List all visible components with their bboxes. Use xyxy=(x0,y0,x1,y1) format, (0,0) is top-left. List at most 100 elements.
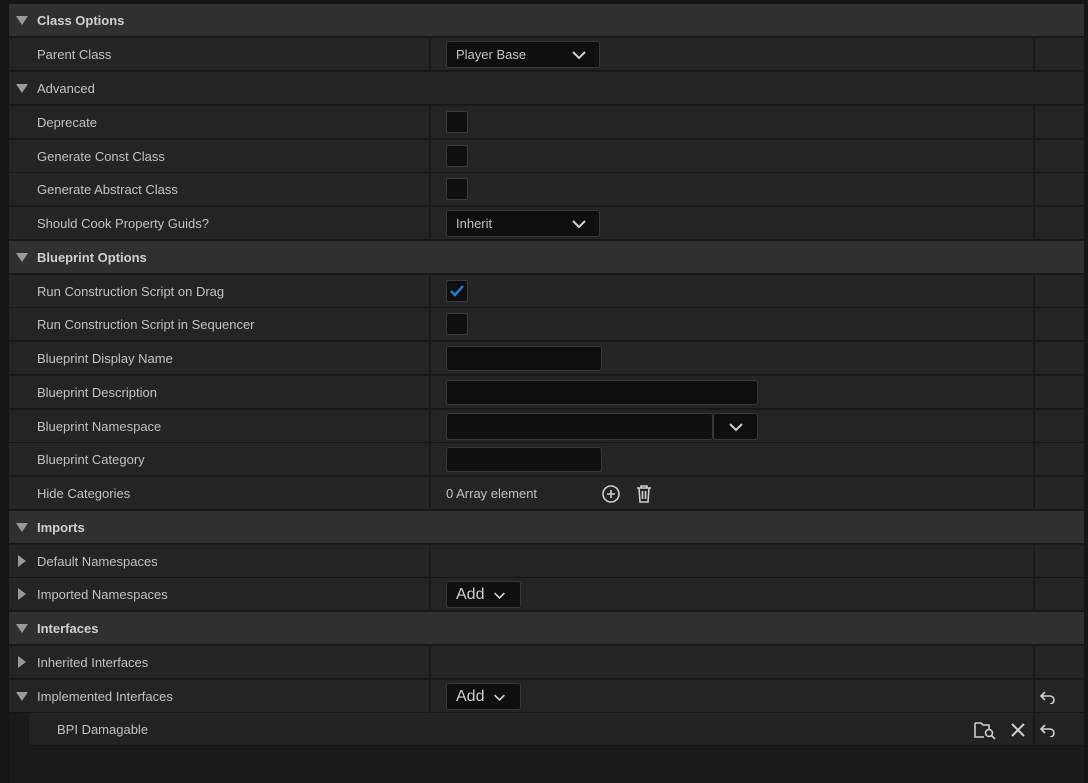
expand-arrow-icon[interactable] xyxy=(16,84,28,93)
chevron-down-icon xyxy=(494,694,505,702)
property-row-should-cook-property-guids: Should Cook Property Guids? Inherit xyxy=(9,207,1084,240)
property-row-default-namespaces[interactable]: Default Namespaces xyxy=(9,545,1084,578)
property-row-implemented-interfaces[interactable]: Implemented Interfaces Add xyxy=(9,680,1084,713)
property-label: Should Cook Property Guids? xyxy=(37,216,209,231)
blueprint-category-input[interactable] xyxy=(446,447,602,472)
expand-arrow-icon[interactable] xyxy=(16,16,28,25)
category-interfaces[interactable]: Interfaces xyxy=(9,612,1084,645)
category-class-options[interactable]: Class Options xyxy=(9,4,1084,37)
category-label: Class Options xyxy=(37,13,125,28)
column-divider xyxy=(1033,342,1035,375)
chevron-down-icon xyxy=(729,423,743,432)
column-divider[interactable] xyxy=(429,342,431,375)
property-row-generate-abstract-class: Generate Abstract Class xyxy=(9,173,1084,206)
add-implemented-interface-button[interactable]: Add xyxy=(446,683,521,710)
property-row-blueprint-display-name: Blueprint Display Name xyxy=(9,342,1084,375)
column-divider xyxy=(1033,207,1035,240)
details-panel: Class Options Parent Class Player Base A… xyxy=(9,4,1084,783)
column-divider xyxy=(1033,106,1035,139)
blueprint-namespace-input[interactable] xyxy=(446,413,713,440)
column-divider[interactable] xyxy=(429,140,431,173)
collapsed-arrow-icon[interactable] xyxy=(18,588,26,600)
column-divider xyxy=(1033,308,1035,341)
indent-guide xyxy=(23,713,29,746)
column-divider[interactable] xyxy=(429,308,431,341)
parent-class-combo[interactable]: Player Base xyxy=(446,41,600,68)
property-row-blueprint-category: Blueprint Category xyxy=(9,443,1084,476)
property-label: Generate Const Class xyxy=(37,149,165,164)
property-row-inherited-interfaces[interactable]: Inherited Interfaces xyxy=(9,646,1084,679)
list-item-interface[interactable]: BPI Damagable xyxy=(23,713,1084,746)
property-label: Blueprint Display Name xyxy=(37,351,173,366)
column-divider xyxy=(1033,275,1035,308)
column-divider xyxy=(1033,410,1035,443)
property-label: Generate Abstract Class xyxy=(37,182,178,197)
expand-arrow-icon[interactable] xyxy=(16,523,28,532)
property-label: Default Namespaces xyxy=(37,554,158,569)
chevron-down-icon xyxy=(572,51,586,60)
column-divider[interactable] xyxy=(429,646,431,679)
column-divider xyxy=(1033,376,1035,409)
column-divider xyxy=(1033,680,1035,713)
collapsed-arrow-icon[interactable] xyxy=(18,555,26,567)
deprecate-checkbox[interactable] xyxy=(446,111,468,133)
column-divider[interactable] xyxy=(429,173,431,206)
property-row-hide-categories: Hide Categories 0 Array element xyxy=(9,477,1084,510)
property-label: Parent Class xyxy=(37,47,112,62)
category-blueprint-options[interactable]: Blueprint Options xyxy=(9,241,1084,274)
column-divider[interactable] xyxy=(429,275,431,308)
column-divider xyxy=(1033,578,1035,611)
combo-value: Player Base xyxy=(456,47,527,62)
column-divider[interactable] xyxy=(429,207,431,240)
cook-property-guids-combo[interactable]: Inherit xyxy=(446,210,600,237)
run-construction-script-on-drag-checkbox[interactable] xyxy=(446,280,468,302)
button-label: Add xyxy=(456,688,485,705)
generate-const-class-checkbox[interactable] xyxy=(446,145,468,167)
generate-abstract-class-checkbox[interactable] xyxy=(446,178,468,200)
category-label: Blueprint Options xyxy=(37,250,147,265)
property-label: Deprecate xyxy=(37,115,97,130)
column-divider[interactable] xyxy=(429,680,431,713)
column-divider[interactable] xyxy=(429,106,431,139)
reset-to-default-icon[interactable] xyxy=(1039,690,1057,704)
collapsed-arrow-icon[interactable] xyxy=(18,656,26,668)
column-divider[interactable] xyxy=(429,443,431,476)
column-divider[interactable] xyxy=(429,410,431,443)
column-divider[interactable] xyxy=(429,376,431,409)
chevron-down-icon xyxy=(494,592,505,600)
array-element-count: 0 Array element xyxy=(446,486,538,501)
add-imported-namespace-button[interactable]: Add xyxy=(446,581,521,608)
column-divider[interactable] xyxy=(429,477,431,510)
checkmark-icon xyxy=(450,285,464,297)
expand-arrow-icon[interactable] xyxy=(16,253,28,262)
blueprint-description-input[interactable] xyxy=(446,380,758,405)
property-row-imported-namespaces[interactable]: Imported Namespaces Add xyxy=(9,578,1084,611)
property-label: Inherited Interfaces xyxy=(37,655,149,670)
category-label: Interfaces xyxy=(37,621,99,636)
expand-arrow-icon[interactable] xyxy=(16,692,28,701)
property-row-generate-const-class: Generate Const Class xyxy=(9,140,1084,173)
category-imports[interactable]: Imports xyxy=(9,511,1084,544)
expand-arrow-icon[interactable] xyxy=(16,624,28,633)
button-label: Add xyxy=(456,586,485,603)
category-label: Imports xyxy=(37,520,85,535)
blueprint-display-name-input[interactable] xyxy=(446,346,602,371)
plus-circle-icon[interactable] xyxy=(601,484,621,504)
column-divider xyxy=(1033,140,1035,173)
column-divider[interactable] xyxy=(429,578,431,611)
column-divider xyxy=(1033,713,1035,746)
group-advanced[interactable]: Advanced xyxy=(9,72,1084,105)
reset-to-default-icon[interactable] xyxy=(1039,723,1057,737)
property-label: Blueprint Category xyxy=(37,452,145,467)
run-construction-script-in-sequencer-checkbox[interactable] xyxy=(446,313,468,335)
namespace-picker-button[interactable] xyxy=(713,413,758,440)
column-divider[interactable] xyxy=(429,38,431,71)
chevron-down-icon xyxy=(572,220,586,229)
trash-icon[interactable] xyxy=(635,484,653,504)
combo-value: Inherit xyxy=(456,216,493,231)
column-divider xyxy=(1033,38,1035,71)
close-icon[interactable] xyxy=(1010,722,1026,738)
column-divider[interactable] xyxy=(429,545,431,578)
browse-asset-icon[interactable] xyxy=(974,720,996,740)
property-row-run-construction-script-in-sequencer: Run Construction Script in Sequencer xyxy=(9,308,1084,341)
